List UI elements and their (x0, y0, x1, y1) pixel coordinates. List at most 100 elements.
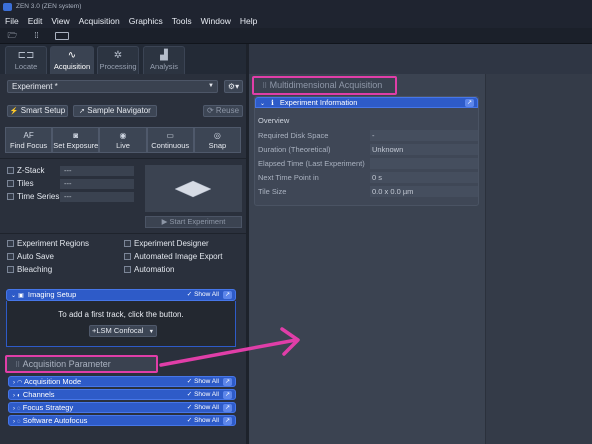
window-title-bar: ZEN 3.0 (ZEN system) (0, 0, 592, 14)
eye-icon: ◉ (119, 131, 127, 140)
open-folder-icon[interactable]: 🗁 (6, 31, 19, 41)
show-all-toggle[interactable]: ✓ Show All (187, 403, 219, 413)
camera-icon: ◙ (73, 131, 79, 140)
show-all-toggle[interactable]: ✓ Show All (187, 377, 219, 387)
right-panel (485, 74, 592, 444)
zstack-option[interactable]: Z-Stack (7, 166, 45, 176)
add-lsm-confocal-button[interactable]: +LSM Confocal ▼ (89, 325, 157, 337)
layout-icon[interactable] (55, 32, 69, 40)
navigator-icon: ➚ (79, 108, 86, 115)
tiles-checkbox[interactable] (7, 180, 14, 188)
pin-icon[interactable]: ↗ (223, 417, 232, 425)
show-all-toggle[interactable]: ✓ Show All (187, 390, 219, 400)
continuous-button[interactable]: ▭ Continuous (146, 127, 194, 153)
auto-save-option[interactable]: Auto Save (7, 252, 54, 262)
duration-row: Duration (Theoretical) Unknown (257, 143, 478, 156)
collapse-icon: ⌄ (260, 101, 266, 107)
automation-option[interactable]: Automation (124, 265, 174, 275)
chevron-down-icon: ▼ (208, 83, 214, 89)
menu-window[interactable]: Window (201, 16, 231, 26)
experiment-select[interactable]: Experiment * ▼ (7, 80, 218, 93)
imaging-setup-header[interactable]: ⌄ ▣ Imaging Setup ✓ Show All ↗ (6, 289, 236, 301)
focus-strategy-icon: ◌ (17, 406, 21, 412)
menu-bar: File Edit View Acquisition Graphics Tool… (0, 14, 592, 28)
automated-image-export-option[interactable]: Automated Image Export (124, 252, 223, 262)
zstack-value: --- (60, 166, 134, 176)
tab-acquisition[interactable]: ∿ Acquisition (50, 46, 94, 74)
required-disk-space-row: Required Disk Space - (257, 129, 478, 142)
sample-navigator-button[interactable]: ➚ Sample Navigator (73, 105, 157, 117)
tiles-value: --- (60, 179, 134, 189)
experiment-settings-button[interactable]: ⚙▾ (224, 80, 243, 93)
pin-icon[interactable]: ↗ (223, 291, 232, 299)
imaging-setup-message: To add a first track, click the button. (58, 310, 184, 319)
zstack-checkbox[interactable] (7, 167, 14, 175)
expand-icon: › (13, 406, 15, 412)
acquisition-button-row: AF Find Focus ◙ Set Exposure ◉ Live ▭ Co… (5, 127, 242, 153)
show-all-toggle[interactable]: ✓ Show All (187, 290, 219, 300)
grid-icon[interactable]: ⁞⁞ (30, 31, 43, 41)
menu-graphics[interactable]: Graphics (129, 16, 163, 26)
bleaching-option[interactable]: Bleaching (7, 265, 52, 275)
elapsed-time-row: Elapsed Time (Last Experiment) (257, 157, 478, 170)
tab-locate[interactable]: ⊏⊐ Locate (5, 46, 47, 74)
software-autofocus-icon: ◌ (17, 419, 21, 425)
tab-strip: ⊏⊐ Locate ∿ Acquisition ✲ Processing ▟ A… (0, 44, 246, 74)
experiment-designer-checkbox[interactable] (124, 240, 131, 248)
menu-file[interactable]: File (5, 16, 19, 26)
smart-setup-button[interactable]: ⚡ Smart Setup (7, 105, 68, 117)
video-icon: ▭ (166, 131, 174, 140)
chevron-down-icon: ▼ (148, 329, 155, 335)
find-focus-button[interactable]: AF Find Focus (5, 127, 53, 153)
focus-strategy-tool[interactable]: › ◌ Focus Strategy ✓ Show All ↗ (8, 402, 236, 413)
expand-icon: › (13, 380, 15, 386)
menu-tools[interactable]: Tools (172, 16, 192, 26)
processing-icon: ✲ (113, 50, 123, 61)
pin-icon[interactable]: ↗ (465, 99, 474, 107)
show-all-toggle[interactable]: ✓ Show All (187, 416, 219, 426)
grip-icon: ⠿ (262, 83, 268, 90)
divider (0, 158, 246, 159)
locate-icon: ⊏⊐ (17, 50, 35, 61)
snap-icon: ◎ (213, 131, 221, 140)
acquisition-parameter-header[interactable]: ⠿ Acquisition Parameter (5, 355, 158, 373)
acquisition-mode-tool[interactable]: › ◠ Acquisition Mode ✓ Show All ↗ (8, 376, 236, 387)
automation-checkbox[interactable] (124, 266, 131, 274)
pin-icon[interactable]: ↗ (223, 404, 232, 412)
time-series-checkbox[interactable] (7, 193, 14, 201)
experiment-information-header[interactable]: ⌄ ℹ Experiment Information ↗ (255, 97, 478, 108)
live-button[interactable]: ◉ Live (99, 127, 147, 153)
menu-view[interactable]: View (51, 16, 69, 26)
tiles-option[interactable]: Tiles (7, 179, 34, 189)
experiment-regions-checkbox[interactable] (7, 240, 14, 248)
wand-icon: ⚡ (9, 108, 19, 115)
acquisition-icon: ∿ (67, 50, 77, 61)
software-autofocus-tool[interactable]: › ◌ Software Autofocus ✓ Show All ↗ (8, 415, 236, 426)
auto-save-checkbox[interactable] (7, 253, 14, 261)
pin-icon[interactable]: ↗ (223, 391, 232, 399)
play-icon: ▶ (161, 217, 168, 226)
automated-image-export-checkbox[interactable] (124, 253, 131, 261)
menu-help[interactable]: Help (240, 16, 257, 26)
toolbar: 🗁 ⁞⁞ (0, 28, 592, 44)
bleaching-checkbox[interactable] (7, 266, 14, 274)
menu-acquisition[interactable]: Acquisition (79, 16, 120, 26)
grip-icon: ⠿ (15, 362, 21, 369)
snap-button[interactable]: ◎ Snap (193, 127, 242, 153)
tab-processing[interactable]: ✲ Processing (97, 46, 139, 74)
tile-size-row: Tile Size 0.0 x 0.0 µm (257, 185, 478, 198)
reuse-button[interactable]: ⟳ Reuse (203, 105, 243, 117)
slide-preview-icon (174, 180, 212, 198)
experiment-regions-option[interactable]: Experiment Regions (7, 239, 89, 249)
menu-edit[interactable]: Edit (28, 16, 43, 26)
start-experiment-button[interactable]: ▶ Start Experiment (145, 216, 242, 228)
set-exposure-button[interactable]: ◙ Set Exposure (52, 127, 100, 153)
channels-tool[interactable]: › ◐ Channels ✓ Show All ↗ (8, 389, 236, 400)
experiment-information-panel: ⌄ ℹ Experiment Information ↗ Overview Re… (254, 96, 479, 206)
expand-icon: › (13, 419, 15, 425)
pin-icon[interactable]: ↗ (223, 378, 232, 386)
experiment-designer-option[interactable]: Experiment Designer (124, 239, 209, 249)
multidimensional-acquisition-header[interactable]: ⠿ Multidimensional Acquisition (252, 76, 397, 95)
tab-analysis[interactable]: ▟ Analysis (143, 46, 185, 74)
time-series-option[interactable]: Time Series (7, 192, 59, 202)
